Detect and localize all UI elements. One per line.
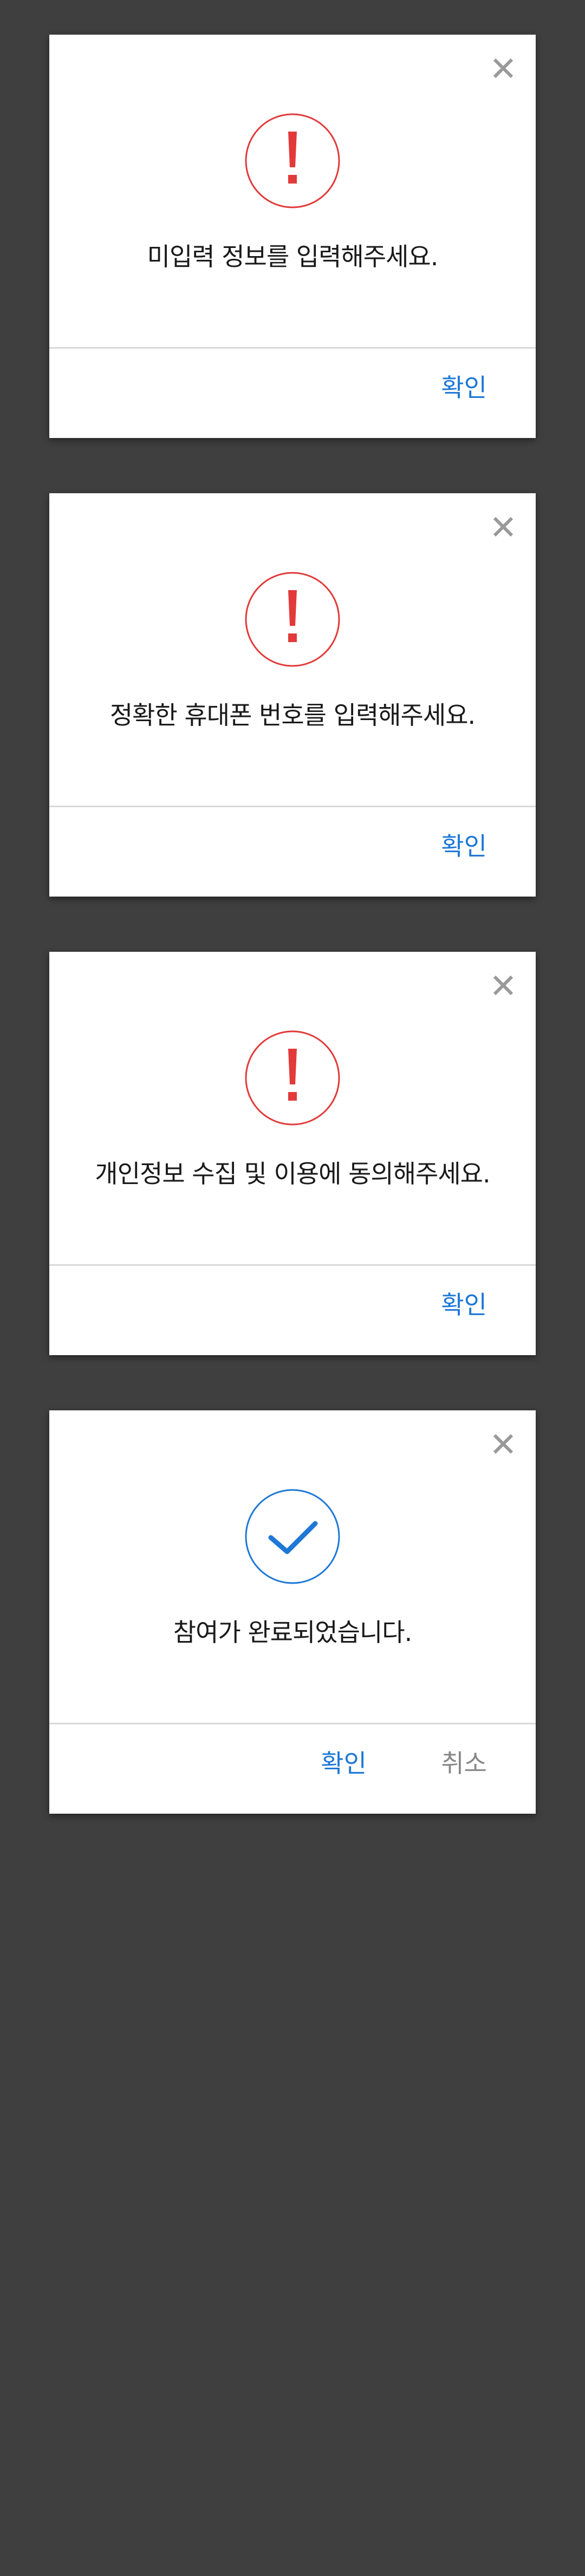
confirm-button[interactable]: 확인	[441, 830, 487, 862]
close-icon[interactable]	[491, 56, 515, 80]
close-icon[interactable]	[491, 973, 515, 997]
confirm-button[interactable]: 확인	[321, 1747, 367, 1780]
success-dialog-participation: 참여가 완료되었습니다. 확인 취소	[49, 1410, 536, 1814]
dialog-message: 참여가 완료되었습니다.	[173, 1618, 412, 1647]
dialog-footer: 확인	[49, 807, 536, 897]
checkmark-icon	[245, 1489, 340, 1584]
exclamation-icon	[245, 572, 340, 667]
confirm-button[interactable]: 확인	[441, 371, 487, 404]
cancel-button[interactable]: 취소	[441, 1747, 487, 1780]
close-icon[interactable]	[491, 515, 515, 539]
dialog-footer: 확인	[49, 1266, 536, 1355]
dialog-footer: 확인	[49, 349, 536, 438]
alert-dialog-missing-info: 미입력 정보를 입력해주세요. 확인	[49, 35, 536, 438]
alert-dialog-privacy-consent: 개인정보 수집 및 이용에 동의해주세요. 확인	[49, 952, 536, 1355]
exclamation-icon	[245, 1030, 340, 1126]
confirm-button[interactable]: 확인	[441, 1289, 487, 1321]
dialog-footer: 확인 취소	[49, 1724, 536, 1814]
dialog-message: 미입력 정보를 입력해주세요.	[147, 242, 439, 271]
exclamation-icon	[245, 113, 340, 208]
dialog-message: 정확한 휴대폰 번호를 입력해주세요.	[109, 701, 476, 730]
close-icon[interactable]	[491, 1432, 515, 1456]
dialog-message: 개인정보 수집 및 이용에 동의해주세요.	[95, 1159, 490, 1188]
alert-dialog-invalid-phone: 정확한 휴대폰 번호를 입력해주세요. 확인	[49, 493, 536, 897]
